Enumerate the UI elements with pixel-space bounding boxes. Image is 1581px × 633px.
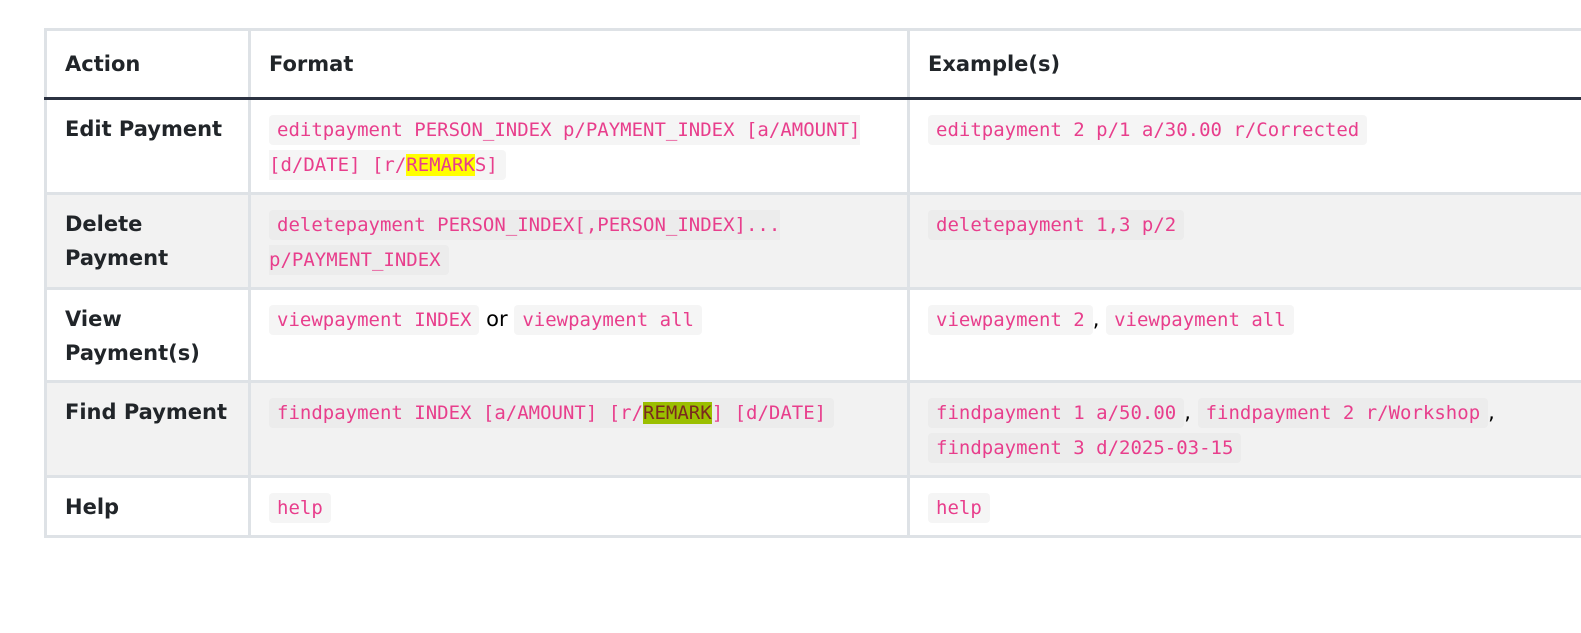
examples-cell: viewpayment 2, viewpayment all (907, 287, 1581, 383)
format-cell: findpayment INDEX [a/AMOUNT] [r/REMARK] … (248, 380, 910, 478)
format-code: editpayment PERSON_INDEX p/PAYMENT_INDEX… (269, 115, 861, 180)
header-action: Action (44, 28, 251, 100)
examples-cell: findpayment 1 a/50.00, findpayment 2 r/W… (907, 380, 1581, 478)
examples-cell: help (907, 475, 1581, 538)
example-separator: , (1092, 307, 1100, 331)
example-separator: , (1184, 400, 1191, 424)
format-connector: or (486, 307, 508, 331)
table-row: View Payment(s) viewpayment INDEX or vie… (44, 287, 1581, 383)
action-cell: Edit Payment (44, 97, 251, 195)
command-summary-table-wrapper: Action Format Example(s) Edit Payment ed… (44, 28, 1581, 538)
example-code: findpayment 2 r/Workshop (1197, 398, 1489, 428)
command-summary-table: Action Format Example(s) Edit Payment ed… (44, 28, 1581, 538)
format-cell: deletepayment PERSON_INDEX[,PERSON_INDEX… (248, 192, 910, 290)
format-cell: editpayment PERSON_INDEX p/PAYMENT_INDEX… (248, 97, 910, 195)
example-separator: , (1488, 400, 1495, 424)
example-code: viewpayment 2 (928, 305, 1093, 335)
action-cell: Help (44, 475, 251, 538)
action-cell: Delete Payment (44, 192, 251, 290)
table-row: Find Payment findpayment INDEX [a/AMOUNT… (44, 380, 1581, 478)
format-code: viewpayment all (514, 305, 702, 335)
action-cell: View Payment(s) (44, 287, 251, 383)
format-code: findpayment INDEX [a/AMOUNT] [r/REMARK] … (269, 398, 835, 428)
search-highlight: REMARK (406, 154, 475, 176)
example-code: editpayment 2 p/1 a/30.00 r/Corrected (928, 115, 1368, 145)
format-code-post: ] [d/DATE] (711, 402, 827, 424)
examples-cell: editpayment 2 p/1 a/30.00 r/Corrected (907, 97, 1581, 195)
table-row: Edit Payment editpayment PERSON_INDEX p/… (44, 97, 1581, 195)
example-code: help (928, 493, 990, 523)
format-code-pre: editpayment PERSON_INDEX p/PAYMENT_INDEX… (269, 119, 861, 176)
example-code: findpayment 1 a/50.00 (928, 398, 1185, 428)
header-format: Format (248, 28, 910, 100)
format-code-pre: findpayment INDEX [a/AMOUNT] [r/ (277, 402, 644, 424)
table-row: Help help help (44, 475, 1581, 538)
table-row: Delete Payment deletepayment PERSON_INDE… (44, 192, 1581, 290)
header-examples: Example(s) (907, 28, 1581, 100)
example-code: findpayment 3 d/2025-03-15 (928, 433, 1242, 463)
format-code: viewpayment INDEX (269, 305, 480, 335)
format-cell: viewpayment INDEX or viewpayment all (248, 287, 910, 383)
example-code: viewpayment all (1106, 305, 1294, 335)
format-code: help (269, 493, 331, 523)
search-highlight-current: REMARK (643, 402, 712, 424)
examples-cell: deletepayment 1,3 p/2 (907, 192, 1581, 290)
format-code: deletepayment PERSON_INDEX[,PERSON_INDEX… (269, 210, 781, 275)
format-code-post: S] (474, 154, 498, 176)
format-cell: help (248, 475, 910, 538)
example-code: deletepayment 1,3 p/2 (928, 210, 1185, 240)
action-cell: Find Payment (44, 380, 251, 478)
table-header-row: Action Format Example(s) (44, 28, 1581, 100)
